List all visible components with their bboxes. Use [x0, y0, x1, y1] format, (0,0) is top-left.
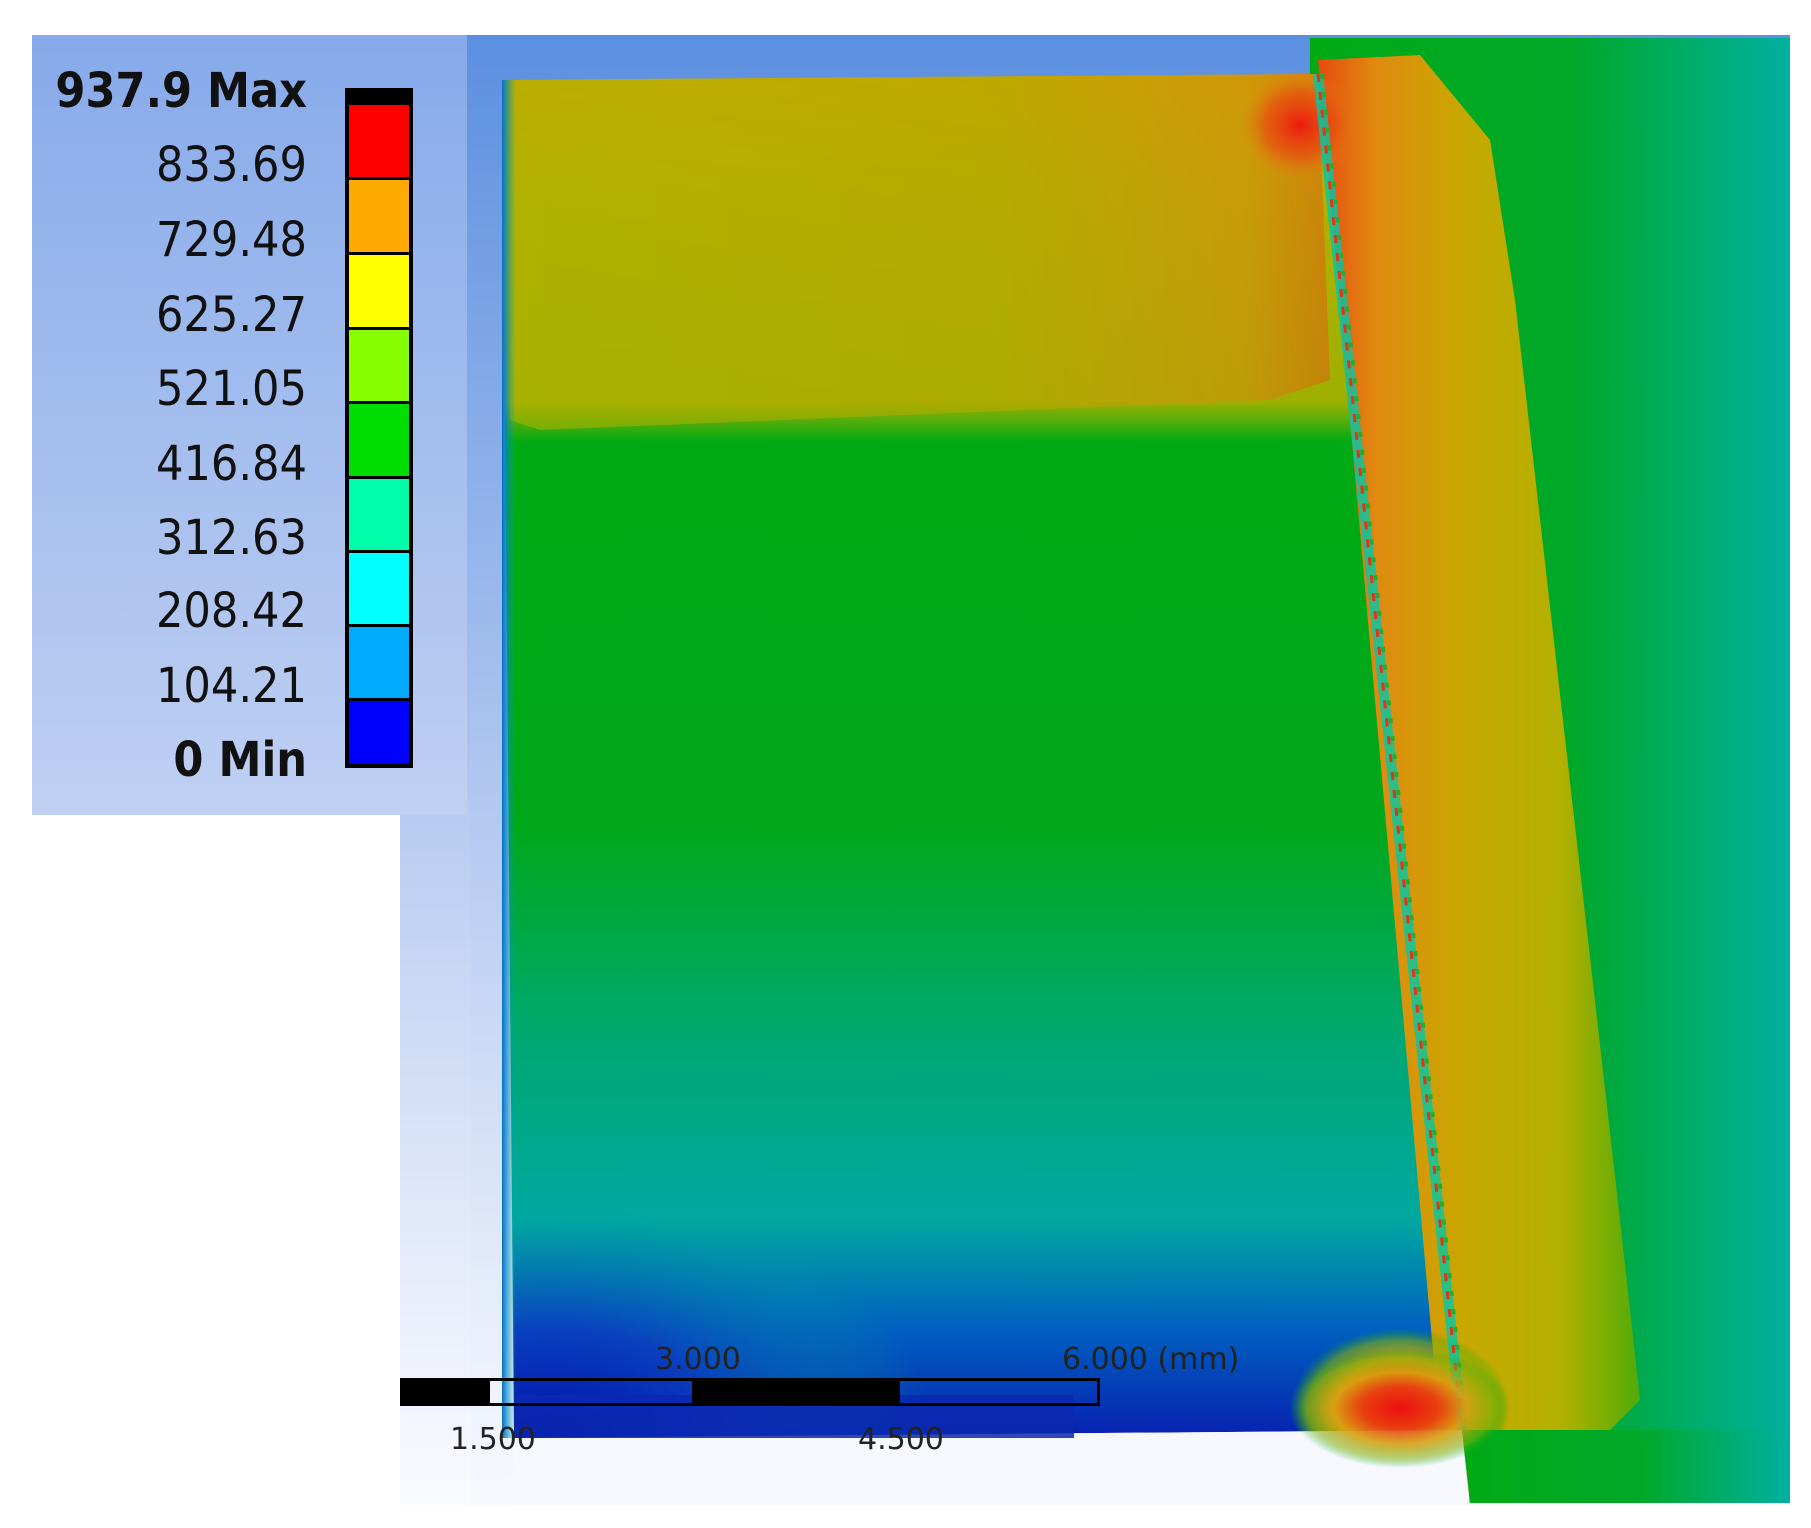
legend-level-1: 833.69 [155, 137, 307, 193]
legend-level-8: 104.21 [155, 658, 307, 714]
color-band-5 [349, 401, 409, 476]
scale-label-3: 3.000 [655, 1342, 741, 1377]
legend-level-5: 416.84 [155, 436, 307, 492]
color-band-3 [349, 252, 409, 327]
legend-level-4: 521.05 [155, 361, 307, 417]
scale-label-6: 6.000 (mm) [1062, 1342, 1240, 1377]
scale-bar [400, 1378, 1100, 1408]
upper-strip [502, 74, 1330, 430]
legend-level-3: 625.27 [155, 287, 307, 343]
scale-segment-3 [695, 1378, 900, 1406]
legend-min-label: 0 Min [173, 732, 307, 788]
scale-label-1-5: 1.500 [450, 1422, 536, 1457]
scale-segment-4 [900, 1378, 1100, 1406]
color-bar-top [349, 92, 409, 102]
right-region-bottom [1462, 1430, 1790, 1503]
hot-spot-top [1240, 70, 1360, 180]
legend-labels: 937.9 Max 833.69 729.48 625.27 521.05 41… [32, 35, 307, 815]
color-bar [345, 88, 413, 768]
scale-segment-2 [490, 1378, 695, 1406]
legend-level-7: 208.42 [155, 583, 307, 639]
color-band-1 [349, 102, 409, 177]
color-band-4 [349, 327, 409, 401]
color-band-6 [349, 476, 409, 550]
color-band-7 [349, 550, 409, 624]
legend-max-label: 937.9 Max [55, 63, 307, 119]
scale-segment-1 [400, 1378, 490, 1406]
hot-spot-bottom-overlay [1290, 1348, 1510, 1468]
legend-level-2: 729.48 [155, 212, 307, 268]
scale-label-4-5: 4.500 [858, 1422, 944, 1457]
color-band-8 [349, 624, 409, 698]
left-edge [502, 80, 516, 1438]
legend-level-6: 312.63 [155, 510, 307, 566]
color-band-2 [349, 177, 409, 252]
color-band-9 [349, 698, 409, 764]
